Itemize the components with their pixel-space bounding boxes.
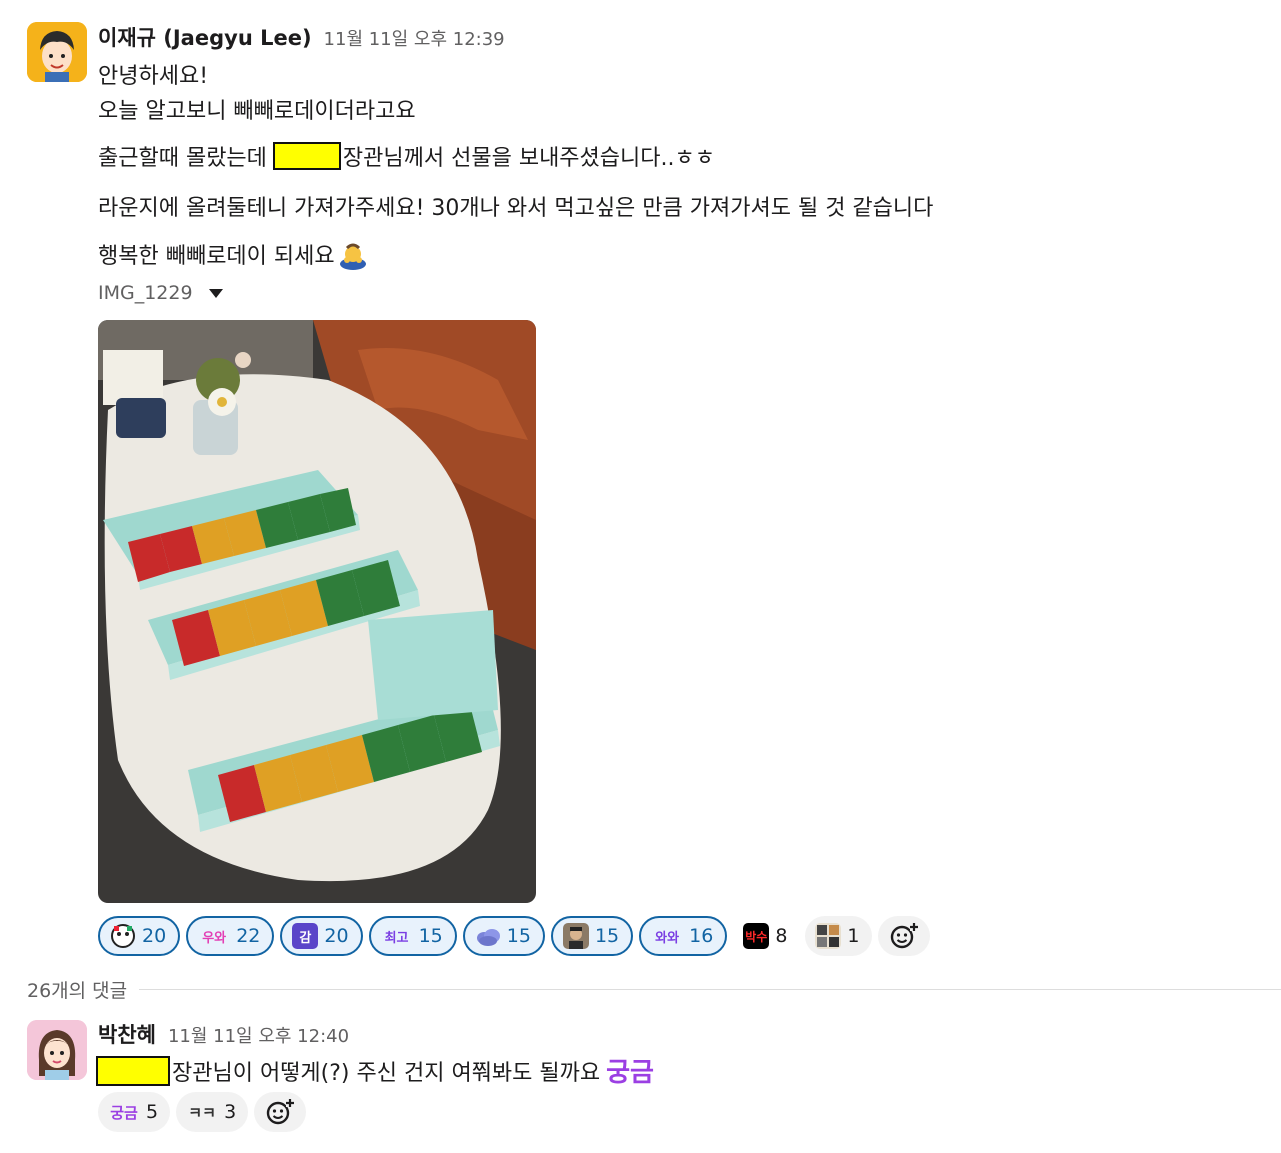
curious-emoji-label: 궁금 — [606, 1058, 654, 1088]
attached-image[interactable] — [98, 320, 536, 903]
reaction-count: 1 — [847, 925, 860, 947]
reaction-bar: 궁금 5 ㅋㅋ 3 — [98, 1092, 307, 1132]
reaction-count: 20 — [142, 925, 167, 947]
message-text: 장관님께서 선물을 보내주셨습니다..ㅎㅎ — [342, 146, 715, 171]
message-line: 출근할때 몰랐는데 장관님께서 선물을 보내주셨습니다..ㅎㅎ — [98, 140, 715, 172]
bowing-person-emoji-icon — [337, 238, 369, 270]
author-name[interactable]: 박찬혜 — [98, 1019, 156, 1049]
timestamp[interactable]: 11월 11일 오후 12:40 — [168, 1022, 349, 1048]
reaction-emoji-label: 궁금 — [110, 1103, 138, 1122]
attachment-name: IMG_1229 — [98, 282, 193, 304]
sticker-icon — [815, 923, 842, 949]
reaction-gam[interactable]: 감 20 — [280, 916, 363, 956]
divider-line — [139, 989, 1281, 990]
add-reaction-button[interactable] — [877, 916, 930, 956]
reaction-count: 5 — [146, 1101, 159, 1123]
reaction-emoji-label: 박수 — [743, 923, 770, 949]
reaction-curious[interactable]: 궁금 5 — [98, 1092, 171, 1132]
reaction-count: 16 — [689, 925, 714, 947]
message-line: 라운지에 올려둘테니 가져가주세요! 30개나 와서 먹고싶은 만큼 가져가셔도… — [98, 196, 934, 221]
redaction-box — [96, 1055, 170, 1086]
avatar-face-icon — [27, 22, 87, 82]
reaction-count: 3 — [224, 1101, 237, 1123]
avatar-face-icon — [27, 1020, 87, 1080]
thread-divider: 26개의 댓글 — [27, 976, 1281, 1003]
reaction-emoji-label: 감 — [292, 923, 319, 949]
reaction-emoji-label: 와와 — [655, 930, 680, 946]
reaction-count: 22 — [236, 925, 261, 947]
redaction-box — [272, 142, 341, 170]
face-icon — [110, 923, 136, 949]
reaction-lol[interactable]: ㅋㅋ 3 — [176, 1092, 249, 1132]
reaction-count: 15 — [418, 925, 443, 947]
pepero-boxes-photo — [98, 320, 536, 903]
reaction-person[interactable]: 15 — [550, 916, 634, 956]
reaction-count: 8 — [775, 925, 788, 947]
reaction-emoji-label: ㅋㅋ — [188, 1103, 216, 1122]
replies-count: 26개의 댓글 — [27, 980, 128, 1002]
message-text: 행복한 빼빼로데이 되세요 — [98, 244, 335, 269]
reaction-emoji-label: 최고 — [384, 930, 409, 946]
message-line: 행복한 빼빼로데이 되세요 — [98, 238, 369, 270]
reaction-count: 20 — [324, 925, 349, 947]
reaction-emoji-label: 우와 — [202, 930, 227, 946]
caret-down-icon — [208, 288, 223, 298]
reaction-wawa[interactable]: 와와 16 — [639, 916, 728, 956]
reaction-clap[interactable]: 박수 8 — [733, 916, 800, 956]
author-name[interactable]: 이재규 (Jaegyu Lee) — [98, 22, 312, 52]
reaction-sticker[interactable]: 1 — [805, 916, 872, 956]
reaction-cloud[interactable]: 15 — [462, 916, 545, 956]
reaction-bar: 20 우와 22 감 20 최고 15 15 15 와와 16 박수 8 1 — [98, 916, 930, 956]
timestamp[interactable]: 11월 11일 오후 12:39 — [324, 25, 505, 51]
reaction-best[interactable]: 최고 15 — [368, 916, 457, 956]
reaction-face[interactable]: 20 — [98, 916, 181, 956]
attachment-toggle[interactable]: IMG_1229 — [98, 282, 223, 304]
reaction-count: 15 — [594, 925, 620, 947]
reaction-count: 15 — [506, 925, 531, 947]
message-line: 안녕하세요! — [98, 64, 209, 89]
message-text: 출근할때 몰랐는데 — [98, 146, 267, 171]
avatar[interactable] — [27, 1020, 87, 1080]
cloud-icon — [475, 923, 501, 949]
message-text: 장관님이 어떻게(?) 주신 건지 여쭤봐도 될까요 — [172, 1060, 601, 1086]
add-emoji-icon — [266, 1099, 295, 1125]
person-photo-icon — [562, 923, 589, 949]
add-emoji-icon — [890, 923, 918, 949]
avatar[interactable] — [27, 22, 87, 82]
message-line: 오늘 알고보니 빼빼로데이더라고요 — [98, 99, 416, 124]
reply-line: 장관님이 어떻게(?) 주신 건지 여쭤봐도 될까요 궁금 — [96, 1052, 654, 1089]
add-reaction-button[interactable] — [254, 1092, 307, 1132]
reaction-wow[interactable]: 우와 22 — [186, 916, 275, 956]
